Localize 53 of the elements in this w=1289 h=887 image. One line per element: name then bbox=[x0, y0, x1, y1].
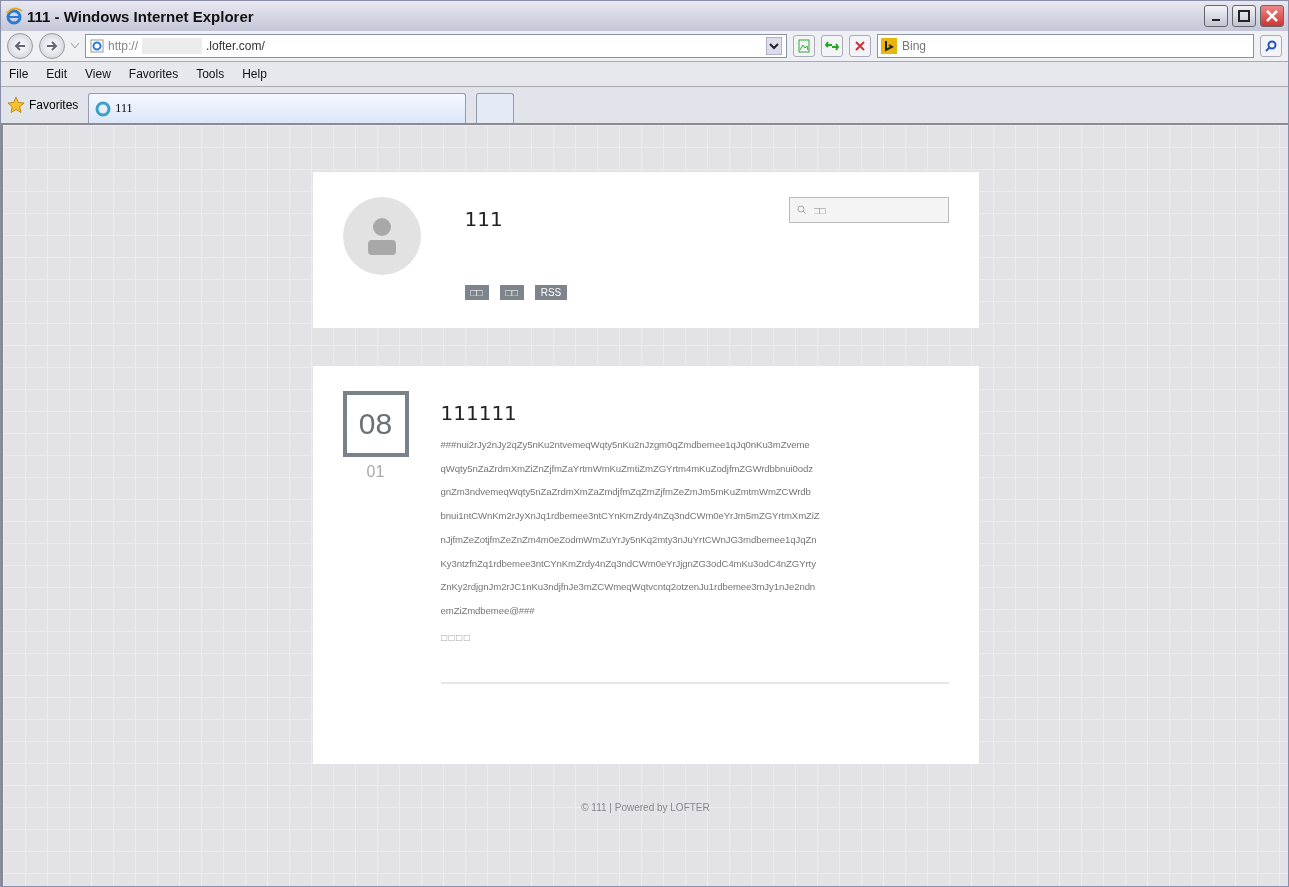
browser-logo-icon bbox=[5, 7, 23, 25]
search-field[interactable]: □□ bbox=[788, 197, 949, 223]
stop-button[interactable] bbox=[849, 35, 871, 57]
post-text-line: ###nui2rJy2nJy2qZy5nKu2ntvemeqWqty5nKu2nJzgm0qZmdbemee1qJq0nKu3mZveme bbox=[440, 438, 811, 452]
forward-arrow-icon bbox=[45, 40, 59, 52]
menu-item[interactable]: Tools bbox=[196, 67, 225, 81]
post-text-line: Ky3ntzfnZq1rdbemee3ntCYnKmZrdy4nZq3ndCWm0eYrJjgnZG3odC4mKu3odC4nZGYrty bbox=[440, 556, 817, 571]
menu-item[interactable]: Help bbox=[242, 67, 267, 81]
search-icon bbox=[796, 205, 807, 215]
bing-logo-icon bbox=[881, 38, 897, 54]
address-field[interactable]: http:// .lofter.com/ bbox=[85, 34, 787, 58]
nav-link[interactable]: □□ bbox=[499, 285, 524, 300]
minimize-button[interactable] bbox=[1204, 5, 1228, 27]
post-text-line: nJjfmZeZotjfmZeZnZm4m0eZodmWmZuYrJy5nKq2mty3nJuYrtCWnJG3mdbemee1qJqZn bbox=[440, 532, 818, 547]
close-icon bbox=[1266, 10, 1278, 22]
menu-item[interactable]: View bbox=[85, 67, 111, 81]
nav-link[interactable]: RSS bbox=[534, 285, 568, 300]
post-text-line: qWqty5nZaZrdmXmZiZnZjfmZaYrtmWmKuZmtiZmZGYrtm4mKuZodjfmZGWrdbbnui0odz bbox=[440, 461, 814, 476]
back-arrow-icon bbox=[13, 40, 27, 52]
menu-item[interactable]: Favorites bbox=[128, 67, 179, 81]
refresh-button[interactable] bbox=[821, 35, 843, 57]
minimize-icon bbox=[1212, 19, 1220, 21]
post-text-line: emZiZmdbemee@### bbox=[440, 603, 536, 618]
post-title: 111111 bbox=[440, 401, 518, 425]
page-icon bbox=[90, 39, 104, 53]
caret-icon[interactable] bbox=[766, 37, 782, 55]
menu-item[interactable]: Edit bbox=[46, 67, 68, 81]
browser-tab[interactable]: 111 bbox=[88, 93, 467, 123]
post-text-line: ZnKy2rdjgnJm2rJC1nKu3ndjfnJe3mZCWmeqWqtvcntq2otzenJu1rdbemee3mJy1nJe2ndn bbox=[440, 580, 817, 595]
post-text-line: bnui1ntCWnKm2rJyXnJq1rdbemee3ntCYnKmZrdy4nZq3ndCWm0eYrJm5mZGYrtmXmZiZ bbox=[440, 509, 821, 524]
menu-item[interactable]: File bbox=[9, 67, 29, 81]
post-tags: □□□□ bbox=[440, 632, 949, 642]
star-icon bbox=[7, 96, 25, 114]
post-day: 08 bbox=[342, 391, 409, 457]
nav-link[interactable]: □□ bbox=[464, 285, 489, 300]
maximize-button[interactable] bbox=[1232, 5, 1256, 27]
footer-text: © 111 | Powered by LOFTER bbox=[581, 802, 710, 813]
stop-icon bbox=[855, 41, 865, 51]
maximize-icon bbox=[1238, 10, 1250, 22]
favorites-button[interactable]: Favorites bbox=[7, 96, 79, 114]
blog-name: 111 bbox=[464, 207, 503, 231]
page-picture-icon bbox=[798, 39, 810, 53]
back-button[interactable] bbox=[7, 33, 33, 59]
loading-ring-icon bbox=[95, 100, 112, 117]
close-button[interactable] bbox=[1260, 5, 1284, 27]
forward-button[interactable] bbox=[39, 33, 65, 59]
window-title: 111 - Windows Internet Explorer bbox=[27, 7, 255, 25]
refresh-icon bbox=[825, 40, 839, 52]
post-month: 01 bbox=[366, 463, 385, 481]
search-icon bbox=[1265, 40, 1277, 52]
search-field[interactable]: Bing bbox=[877, 34, 1254, 58]
post-text-line: gnZm3ndvemeqWqty5nZaZrdmXmZaZmdjfmZqZmZjfmZeZmJm5mKuZmtmWmZCWrdb bbox=[440, 485, 812, 500]
search-button[interactable] bbox=[1260, 35, 1282, 57]
